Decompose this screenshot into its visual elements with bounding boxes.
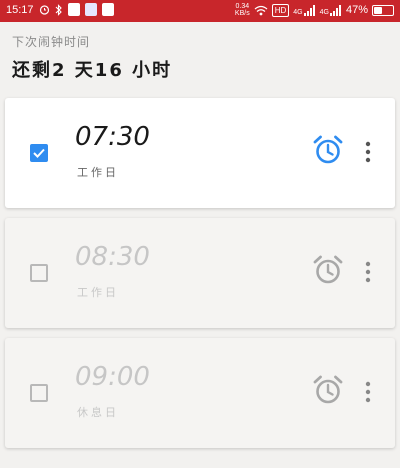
alarm-time: 07:30 — [75, 122, 150, 152]
status-time: 15:17 — [6, 3, 34, 16]
alarm-repeat-label: 工作日 — [77, 286, 119, 299]
alarm-card[interactable]: 08:30 工作日 — [5, 218, 395, 328]
alarm-card[interactable]: 07:30 工作日 — [5, 98, 395, 208]
battery-percent: 47% — [345, 4, 368, 16]
battery-fill — [374, 6, 382, 14]
alarm-time: 08:30 — [75, 242, 150, 272]
alarm-repeat-label: 工作日 — [77, 166, 119, 179]
more-options-icon[interactable] — [362, 140, 374, 164]
alarm-clock-icon[interactable] — [312, 374, 344, 406]
alarm-clock-icon[interactable] — [312, 254, 344, 286]
signal-1: 4G — [293, 4, 315, 16]
more-options-icon[interactable] — [362, 260, 374, 284]
next-alarm-header: 下次闹钟时间 还剩2 天16 小时 — [12, 33, 392, 82]
signal-2: 4G — [320, 4, 342, 16]
notification-app-icon — [67, 3, 80, 16]
signal-bars-icon — [303, 4, 315, 16]
alarm-time: 09:00 — [75, 362, 150, 392]
alarm-enable-checkbox[interactable] — [30, 264, 48, 282]
alarm-enable-checkbox[interactable] — [30, 384, 48, 402]
alarm-repeat-label: 休息日 — [77, 406, 119, 419]
bluetooth-icon — [55, 3, 62, 16]
alarm-status-icon — [39, 5, 49, 15]
alarm-card[interactable]: 09:00 休息日 — [5, 338, 395, 448]
hd-badge: HD — [271, 3, 290, 17]
signal-bars-icon — [329, 4, 341, 16]
alarm-enable-checkbox[interactable] — [30, 144, 48, 162]
time-remaining: 还剩2 天16 小时 — [12, 60, 173, 81]
notification-app-icon-2 — [101, 3, 114, 16]
status-bar: 15:17 0.34 KB/s HD 4G 4G 47% — [0, 0, 400, 22]
status-bar-right: 0.34 KB/s HD 4G 4G 47% — [235, 3, 394, 17]
network-speed: 0.34 KB/s — [234, 3, 250, 17]
more-options-icon[interactable] — [362, 380, 374, 404]
checkmark-icon — [33, 148, 45, 158]
next-alarm-subtitle: 下次闹钟时间 — [12, 35, 91, 49]
battery-icon — [372, 4, 394, 16]
status-bar-left: 15:17 — [6, 3, 114, 16]
alarm-clock-icon[interactable] — [312, 134, 344, 166]
wifi-icon — [254, 5, 268, 15]
notification-shield-icon — [84, 3, 97, 16]
